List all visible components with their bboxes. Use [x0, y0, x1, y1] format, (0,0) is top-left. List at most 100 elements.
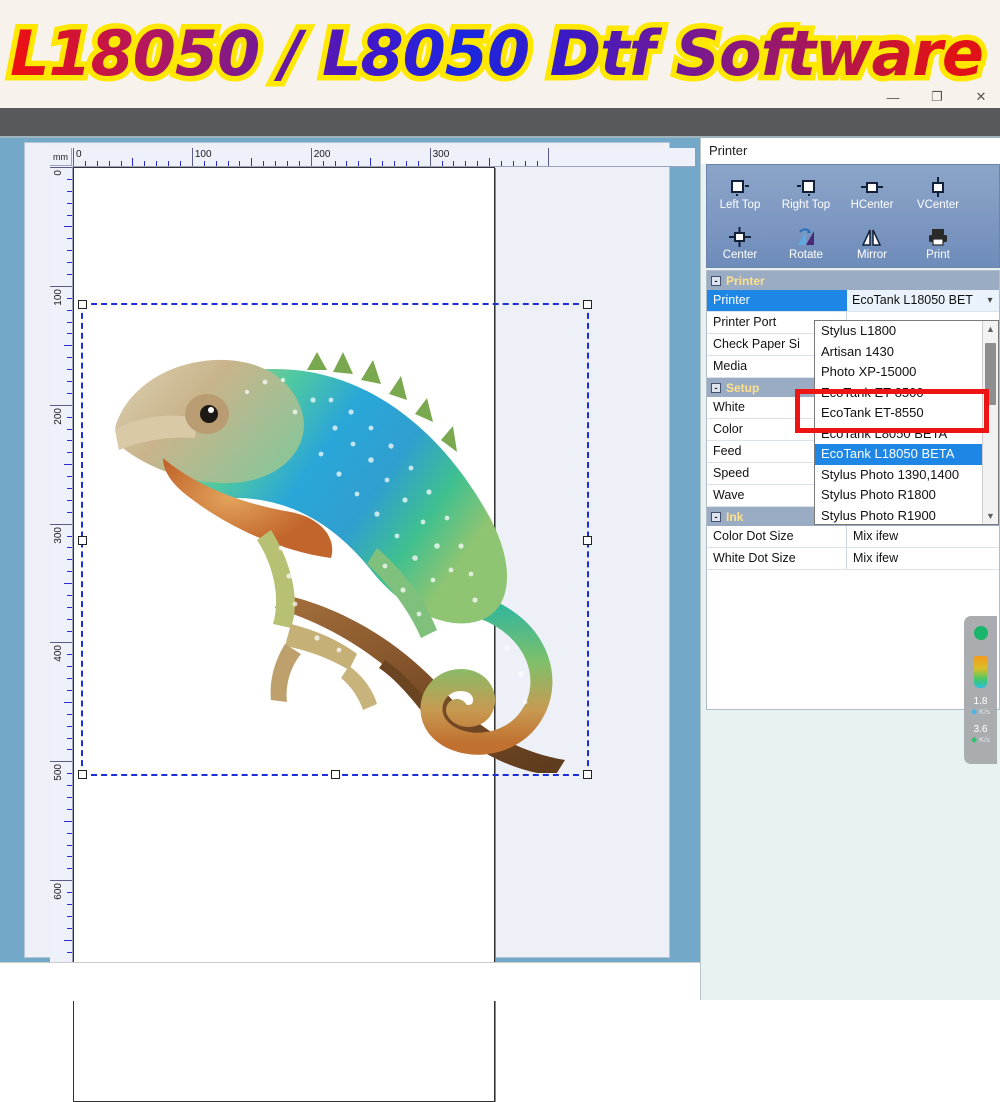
- printer-combo-box[interactable]: EcoTank L18050 BET ▾: [847, 290, 999, 311]
- printer-combo-value: EcoTank L18050 BET: [852, 293, 973, 307]
- printer-toolbar: Left Top Right Top HCenter VCenter Center Ro…: [706, 164, 1000, 268]
- resize-handle-bc[interactable]: [331, 770, 340, 779]
- resize-handle-tl[interactable]: [78, 300, 87, 309]
- app-toolbar-strip: [0, 108, 1000, 138]
- ruler-v-label: 0: [53, 170, 64, 176]
- dropdown-item[interactable]: EcoTank ET-8550: [815, 403, 983, 424]
- upload-arrow-icon: ◆: [971, 707, 978, 716]
- property-label: Printer: [707, 290, 847, 311]
- toolbar-button-label: Mirror: [856, 248, 888, 261]
- panel-title: Printer: [701, 138, 1000, 164]
- ruler-v-label: 500: [53, 764, 64, 782]
- property-label: White Dot Size: [707, 548, 847, 569]
- align-hcenter-icon: [861, 176, 883, 198]
- ruler-v-label: 600: [53, 883, 64, 900]
- resize-handle-br[interactable]: [583, 770, 592, 779]
- property-group-printer[interactable]: - Printer: [707, 271, 999, 290]
- toolbar-button-label: HCenter: [850, 198, 894, 211]
- dropdown-item[interactable]: EcoTank L18050 BETA: [815, 444, 983, 465]
- upload-speed-value: 1.8: [973, 696, 988, 707]
- download-speed-value: 3.6: [973, 724, 988, 735]
- property-row[interactable]: Color Dot Size Mix ifew: [707, 526, 999, 548]
- dropdown-item[interactable]: Stylus Photo 1390,1400: [815, 465, 983, 486]
- property-group-label: Setup: [726, 380, 760, 395]
- promo-banner-text: L18050 / L8050 Dtf Software: [10, 14, 1000, 94]
- toolbar-button-label: Center: [722, 248, 758, 261]
- print-icon: [926, 226, 950, 248]
- group-expander-icon[interactable]: -: [711, 275, 721, 286]
- property-value[interactable]: Mix ifew: [847, 548, 999, 569]
- dropdown-item[interactable]: Photo XP-15000: [815, 362, 983, 383]
- property-row[interactable]: White Dot Size Mix ifew: [707, 548, 999, 570]
- resize-handle-bl[interactable]: [78, 770, 87, 779]
- toolbar-button-vcenter[interactable]: VCenter: [905, 167, 971, 219]
- ruler-v-label: 100: [53, 288, 64, 306]
- toolbar-button-rotate[interactable]: Rotate: [773, 217, 839, 269]
- toolbar-button-hcenter[interactable]: HCenter: [839, 167, 905, 219]
- group-expander-icon[interactable]: -: [711, 511, 721, 522]
- dropdown-item[interactable]: Artisan 1430: [815, 342, 983, 363]
- property-group-label: Ink: [726, 509, 744, 524]
- ruler-h-label: 300: [432, 149, 450, 160]
- scrollbar-thumb[interactable]: [985, 343, 996, 405]
- workspace-status-strip: [0, 962, 700, 1001]
- promo-banner: L18050 / L8050 Dtf Software L18050 / L80…: [0, 0, 1000, 108]
- document-pane[interactable]: mm 0 100 200 300 0 100 200 300 400 500 600: [24, 142, 695, 1102]
- scroll-down-arrow[interactable]: ▼: [983, 508, 998, 524]
- toolbar-button-print[interactable]: Print: [905, 217, 971, 269]
- dropdown-item[interactable]: EcoTank L8050 BETA: [815, 424, 983, 445]
- dropdown-item[interactable]: Stylus L1800: [815, 321, 983, 342]
- resize-handle-tr[interactable]: [583, 300, 592, 309]
- toolbar-button-label: Right Top: [781, 198, 831, 211]
- printer-dropdown-list[interactable]: Stylus L1800 Artisan 1430 Photo XP-15000 Ec…: [814, 320, 999, 525]
- align-left-top-icon: [730, 176, 750, 198]
- property-value[interactable]: Mix ifew: [847, 526, 999, 547]
- toolbar-button-right-top[interactable]: Right Top: [773, 167, 839, 219]
- ink-level-bar: [974, 656, 987, 688]
- toolbar-button-label: Rotate: [789, 248, 823, 261]
- canvas-workspace[interactable]: mm 0 100 200 300 0 100 200 300 400 500 600: [0, 138, 700, 1102]
- upload-speed-unit: ◆ K/s: [971, 707, 990, 716]
- dropdown-item[interactable]: Stylus Photo R1900: [815, 506, 983, 525]
- group-expander-icon[interactable]: -: [711, 382, 721, 393]
- toolbar-button-label: VCenter: [916, 198, 960, 211]
- ruler-h-label: 0: [76, 149, 82, 160]
- align-right-top-icon: [796, 176, 816, 198]
- horizontal-ruler: 0 100 200 300: [72, 148, 695, 167]
- toolbar-button-left-top[interactable]: Left Top: [707, 167, 773, 219]
- network-speed-widget[interactable]: 1.8 ◆ K/s 3.6 ◆ K/s: [964, 616, 997, 764]
- maximize-icon[interactable]: ❐: [928, 89, 946, 105]
- property-row[interactable]: Printer EcoTank L18050 BET ▾: [707, 290, 999, 312]
- upload-unit-label: K/s: [979, 707, 990, 716]
- dropdown-item[interactable]: Stylus Photo R1800: [815, 485, 983, 506]
- printer-panel: Printer Left Top Right Top HCenter VCenter …: [700, 138, 1000, 1000]
- rotate-icon: [794, 226, 818, 248]
- property-value[interactable]: EcoTank L18050 BET ▾: [847, 290, 999, 311]
- resize-handle-ml[interactable]: [78, 535, 87, 545]
- download-arrow-icon: ◆: [971, 735, 978, 744]
- ruler-v-label: 300: [53, 526, 64, 544]
- ruler-v-label: 400: [53, 645, 64, 663]
- minimize-icon[interactable]: —: [884, 90, 902, 105]
- scroll-up-arrow[interactable]: ▲: [983, 321, 998, 337]
- property-group-label: Printer: [726, 273, 765, 288]
- vertical-ruler: 0 100 200 300 400 500 600: [50, 166, 73, 963]
- status-indicator-dot: [973, 626, 988, 640]
- toolbar-button-label: Print: [926, 248, 950, 261]
- download-unit-label: K/s: [979, 735, 990, 744]
- ruler-unit-label: mm: [50, 148, 72, 166]
- mirror-icon: [860, 226, 884, 248]
- chevron-down-icon[interactable]: ▾: [981, 290, 999, 311]
- close-icon[interactable]: ✕: [972, 89, 990, 105]
- toolbar-button-mirror[interactable]: Mirror: [839, 217, 905, 269]
- toolbar-button-center[interactable]: Center: [707, 217, 773, 269]
- download-speed-unit: ◆ K/s: [971, 735, 990, 744]
- ruler-h-label: 100: [194, 149, 212, 160]
- ruler-h-label: 200: [313, 149, 331, 160]
- selection-rectangle[interactable]: [78, 300, 592, 779]
- align-vcenter-icon: [929, 176, 947, 198]
- dropdown-scrollbar[interactable]: ▲ ▼: [982, 321, 998, 524]
- resize-handle-mr[interactable]: [583, 535, 592, 545]
- dropdown-item[interactable]: EcoTank ET-8500: [815, 383, 983, 404]
- property-label: Color Dot Size: [707, 526, 847, 547]
